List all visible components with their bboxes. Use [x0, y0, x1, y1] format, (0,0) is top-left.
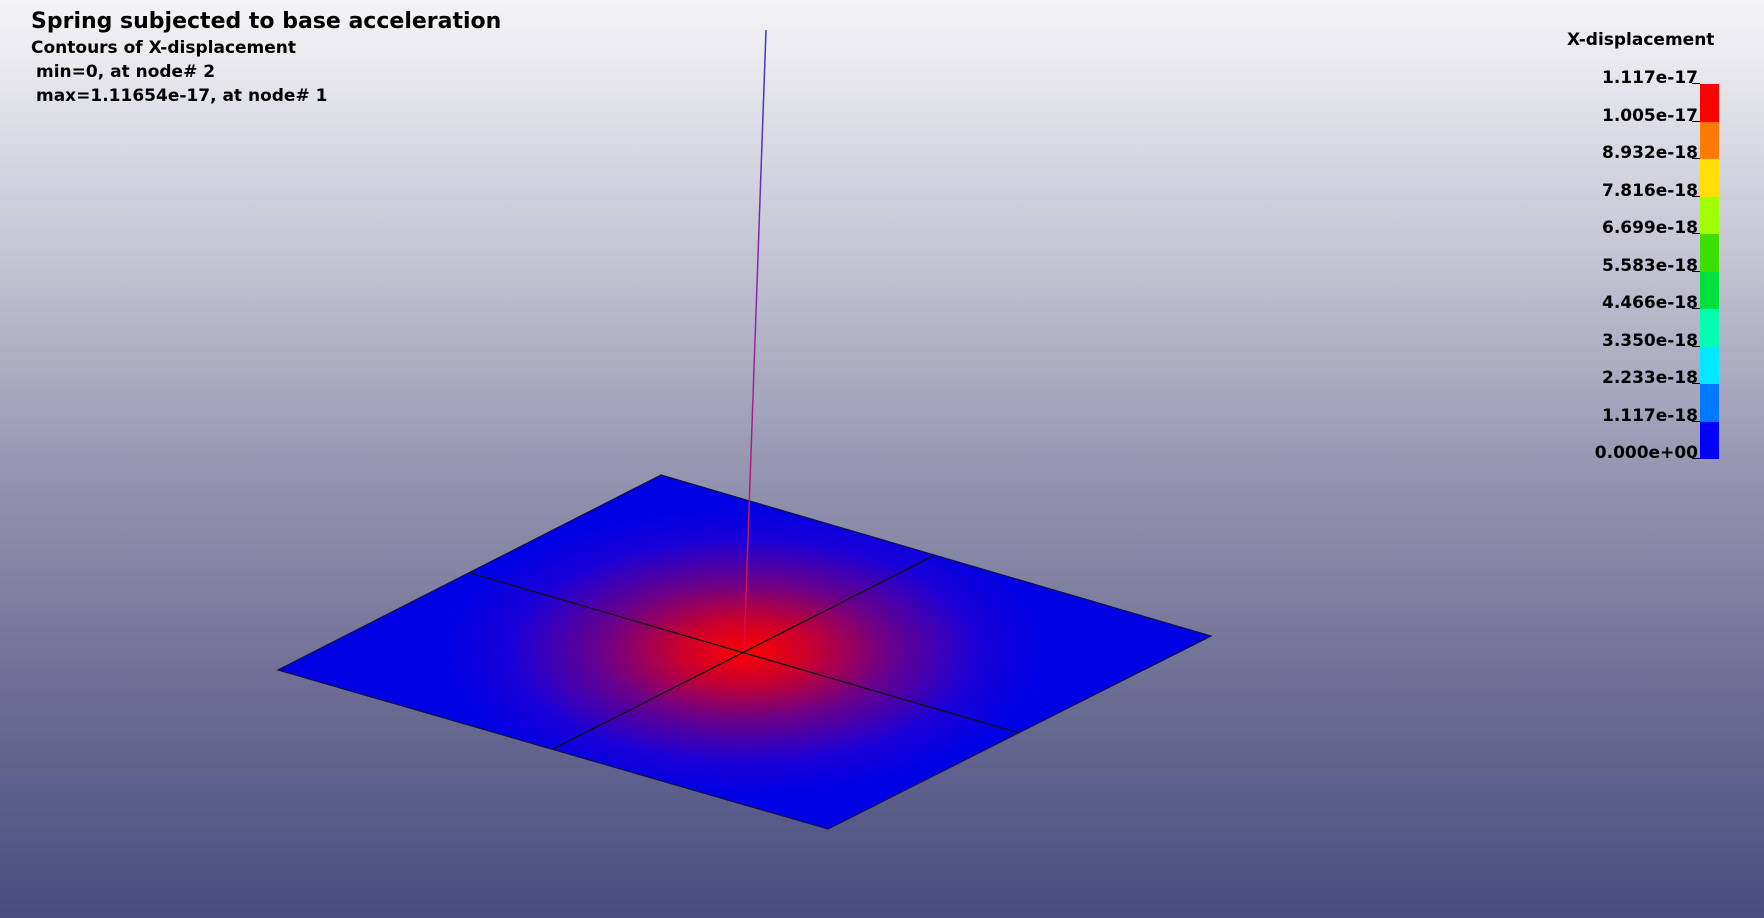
legend-tick	[1692, 83, 1700, 84]
legend-label: 1.117e-18	[1601, 405, 1698, 426]
legend-swatch	[1700, 309, 1719, 347]
legend-label: 6.699e-18	[1601, 218, 1698, 238]
legend-tick	[1692, 308, 1700, 309]
contour-subtitle: Contours of X-displacement	[31, 38, 297, 58]
legend-label: 5.583e-18	[1601, 255, 1698, 276]
legend-tick	[1692, 383, 1700, 384]
legend-swatch	[1700, 159, 1719, 197]
model-viewport[interactable]	[0, 0, 1764, 918]
max-value-line: max=1.11654e-17, at node# 1	[36, 86, 328, 106]
legend-tick	[1692, 158, 1700, 159]
legend-tick	[1692, 120, 1700, 122]
legend-tick	[1692, 233, 1700, 234]
legend-title: X-displacement	[1567, 30, 1715, 50]
legend-tick	[1692, 345, 1700, 347]
legend-tick	[1692, 195, 1700, 197]
legend-label: 2.233e-18	[1601, 368, 1698, 388]
legend-swatch	[1700, 421, 1719, 459]
color-legend: 1.117e-17 1.005e-17 8.932e-18 7.816e-18 6.69…	[1580, 66, 1720, 486]
legend-label: 0.000e+00	[1594, 443, 1698, 463]
legend-label: 4.466e-18	[1601, 293, 1698, 313]
legend-swatch	[1700, 196, 1719, 234]
legend-label: 7.816e-18	[1601, 180, 1698, 201]
legend-swatch	[1700, 234, 1719, 272]
mesh-plate	[276, 474, 1213, 830]
legend-swatch	[1700, 121, 1719, 159]
legend-label: 1.005e-17	[1601, 105, 1698, 126]
legend-label: 8.932e-18	[1601, 143, 1698, 163]
legend-swatch	[1700, 384, 1719, 422]
legend-swatch	[1700, 346, 1719, 384]
plot-title: Spring subjected to base acceleration	[31, 9, 502, 34]
legend-swatch	[1700, 84, 1719, 122]
legend-tick	[1692, 270, 1700, 272]
legend-swatch	[1700, 271, 1719, 309]
min-value-line: min=0, at node# 2	[36, 62, 216, 82]
legend-label: 1.117e-17	[1601, 68, 1698, 88]
legend-tick	[1692, 420, 1700, 422]
legend-tick	[1692, 458, 1700, 459]
plot-header: Spring subjected to base acceleration Co…	[31, 8, 501, 108]
legend-label: 3.350e-18	[1601, 330, 1698, 351]
legend-color-bar	[1700, 84, 1719, 459]
